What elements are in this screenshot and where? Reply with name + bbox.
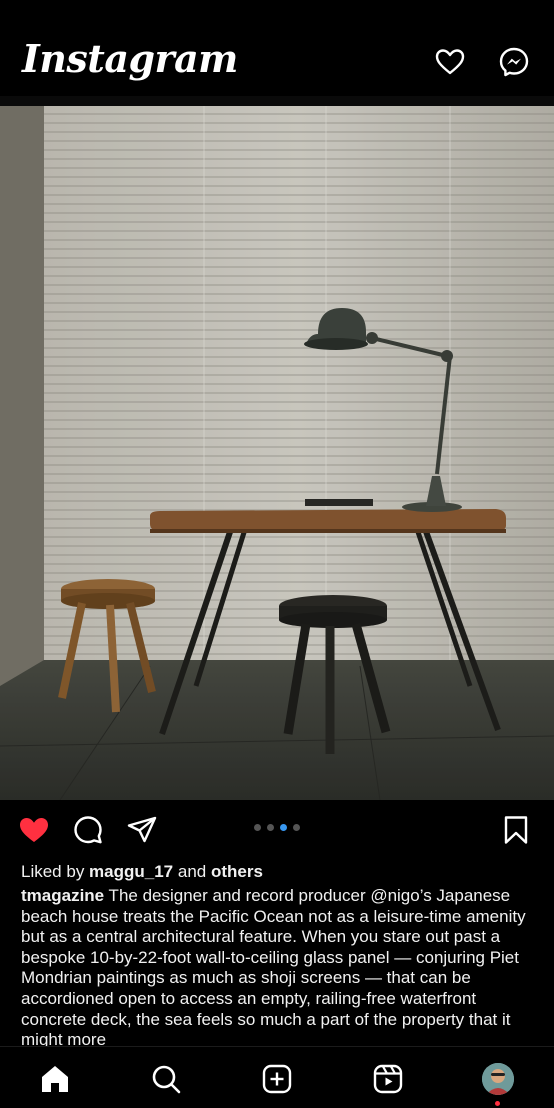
post-actions [0,810,554,854]
reels-icon[interactable] [372,1063,404,1095]
carousel-dot [267,824,274,831]
notifications-heart-icon[interactable] [434,46,466,78]
post-photo[interactable] [0,106,554,800]
bookmark-icon[interactable] [500,814,532,846]
post-separator [0,96,554,106]
carousel-dot [293,824,300,831]
top-bar: Instagram [0,0,554,96]
top-icons [434,46,530,78]
likes-line: Liked by maggu_17 and others [21,862,263,882]
carousel-dot-active [280,824,287,831]
share-send-icon[interactable] [126,814,158,846]
liked-by-others-link[interactable]: others [211,862,263,881]
liked-by-user-link[interactable]: maggu_17 [89,862,173,881]
caption-text: The designer and record producer @nigo’s… [21,886,526,1046]
liked-by-mid: and [173,862,211,881]
home-icon[interactable] [39,1063,71,1095]
comment-icon[interactable] [72,814,104,846]
carousel-indicator [254,824,300,831]
like-heart-icon[interactable] [18,814,50,846]
liked-by-prefix: Liked by [21,862,90,881]
search-icon[interactable] [150,1063,182,1095]
profile-avatar[interactable] [482,1063,514,1095]
carousel-dot [254,824,261,831]
create-icon[interactable] [261,1063,293,1095]
messenger-icon[interactable] [498,46,530,78]
bottom-nav [0,1046,554,1108]
notification-dot [495,1101,500,1106]
instagram-logo[interactable]: Instagram [22,36,238,81]
caption-author-link[interactable]: tmagazine [21,886,104,905]
post-caption: tmagazine The designer and record produc… [21,886,527,1046]
